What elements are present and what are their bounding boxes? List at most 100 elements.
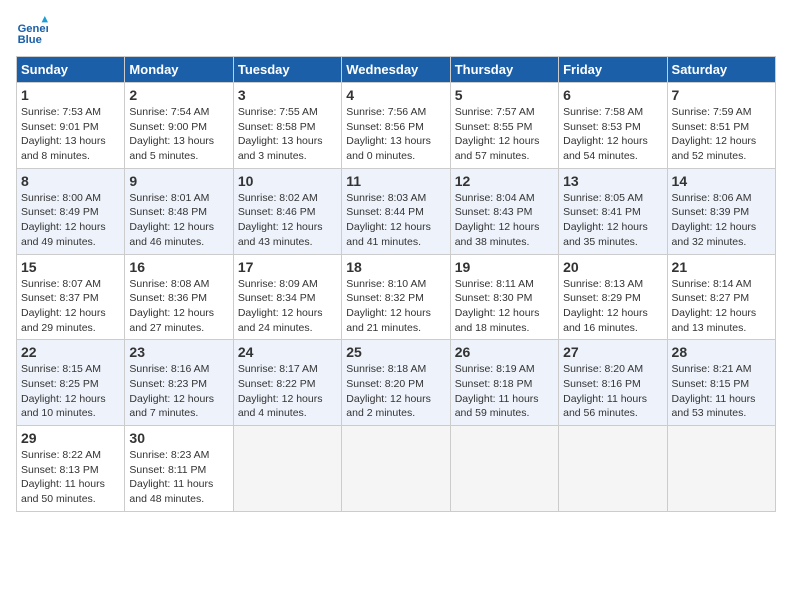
calendar-cell: 7Sunrise: 7:59 AM Sunset: 8:51 PM Daylig… — [667, 83, 775, 169]
day-info: Sunrise: 8:13 AM Sunset: 8:29 PM Dayligh… — [563, 277, 662, 336]
day-number: 11 — [346, 173, 445, 189]
logo-icon: General Blue — [16, 16, 48, 48]
day-number: 13 — [563, 173, 662, 189]
calendar-week-row: 15 Sunrise: 8:07 AM Sunset: 8:37 PM Dayli… — [17, 254, 776, 340]
day-info: Sunrise: 8:17 AM Sunset: 8:22 PM Dayligh… — [238, 362, 337, 421]
day-info: Sunrise: 8:14 AM Sunset: 8:27 PM Dayligh… — [672, 277, 771, 336]
weekday-header-sunday: Sunday — [17, 57, 125, 83]
day-number: 3 — [238, 87, 337, 103]
calendar-cell: 12 Sunrise: 8:04 AM Sunset: 8:43 PM Dayli… — [450, 168, 558, 254]
day-number: 20 — [563, 259, 662, 275]
calendar-cell: 8Sunrise: 8:00 AM Sunset: 8:49 PM Daylig… — [17, 168, 125, 254]
page-header: General Blue — [16, 16, 776, 48]
calendar-cell: 18 Sunrise: 8:10 AM Sunset: 8:32 PM Dayli… — [342, 254, 450, 340]
calendar-week-row: 8Sunrise: 8:00 AM Sunset: 8:49 PM Daylig… — [17, 168, 776, 254]
day-info: Sunrise: 7:54 AM Sunset: 9:00 PM Dayligh… — [129, 105, 228, 164]
calendar-cell: 23 Sunrise: 8:16 AM Sunset: 8:23 PM Dayli… — [125, 340, 233, 426]
calendar-cell: 21 Sunrise: 8:14 AM Sunset: 8:27 PM Dayli… — [667, 254, 775, 340]
calendar-cell: 27 Sunrise: 8:20 AM Sunset: 8:16 PM Dayli… — [559, 340, 667, 426]
day-info: Sunrise: 8:15 AM Sunset: 8:25 PM Dayligh… — [21, 362, 120, 421]
calendar-cell: 25 Sunrise: 8:18 AM Sunset: 8:20 PM Dayli… — [342, 340, 450, 426]
day-info: Sunrise: 8:20 AM Sunset: 8:16 PM Dayligh… — [563, 362, 662, 421]
day-info: Sunrise: 8:18 AM Sunset: 8:20 PM Dayligh… — [346, 362, 445, 421]
day-info: Sunrise: 8:21 AM Sunset: 8:15 PM Dayligh… — [672, 362, 771, 421]
day-number: 7 — [672, 87, 771, 103]
day-info: Sunrise: 8:09 AM Sunset: 8:34 PM Dayligh… — [238, 277, 337, 336]
day-info: Sunrise: 8:23 AM Sunset: 8:11 PM Dayligh… — [129, 448, 228, 507]
day-info: Sunrise: 8:10 AM Sunset: 8:32 PM Dayligh… — [346, 277, 445, 336]
day-info: Sunrise: 8:11 AM Sunset: 8:30 PM Dayligh… — [455, 277, 554, 336]
day-number: 17 — [238, 259, 337, 275]
calendar-cell: 13 Sunrise: 8:05 AM Sunset: 8:41 PM Dayli… — [559, 168, 667, 254]
day-number: 16 — [129, 259, 228, 275]
day-number: 27 — [563, 344, 662, 360]
day-number: 22 — [21, 344, 120, 360]
day-info: Sunrise: 8:04 AM Sunset: 8:43 PM Dayligh… — [455, 191, 554, 250]
calendar-week-row: 22 Sunrise: 8:15 AM Sunset: 8:25 PM Dayli… — [17, 340, 776, 426]
day-number: 14 — [672, 173, 771, 189]
day-info: Sunrise: 7:58 AM Sunset: 8:53 PM Dayligh… — [563, 105, 662, 164]
calendar-cell: 14 Sunrise: 8:06 AM Sunset: 8:39 PM Dayli… — [667, 168, 775, 254]
day-info: Sunrise: 7:56 AM Sunset: 8:56 PM Dayligh… — [346, 105, 445, 164]
calendar-cell: 6 Sunrise: 7:58 AM Sunset: 8:53 PM Daylig… — [559, 83, 667, 169]
day-number: 18 — [346, 259, 445, 275]
calendar-cell: 22 Sunrise: 8:15 AM Sunset: 8:25 PM Dayli… — [17, 340, 125, 426]
weekday-header-row: SundayMondayTuesdayWednesdayThursdayFrid… — [17, 57, 776, 83]
calendar-cell: 5Sunrise: 7:57 AM Sunset: 8:55 PM Daylig… — [450, 83, 558, 169]
svg-text:General: General — [18, 23, 48, 35]
day-info: Sunrise: 7:55 AM Sunset: 8:58 PM Dayligh… — [238, 105, 337, 164]
calendar-cell: 4 Sunrise: 7:56 AM Sunset: 8:56 PM Daylig… — [342, 83, 450, 169]
day-number: 21 — [672, 259, 771, 275]
calendar-week-row: 29 Sunrise: 8:22 AM Sunset: 8:13 PM Dayli… — [17, 426, 776, 512]
calendar-cell — [233, 426, 341, 512]
day-number: 5 — [455, 87, 554, 103]
calendar-week-row: 1 Sunrise: 7:53 AM Sunset: 9:01 PM Daylig… — [17, 83, 776, 169]
calendar-cell: 16 Sunrise: 8:08 AM Sunset: 8:36 PM Dayli… — [125, 254, 233, 340]
calendar-cell: 15 Sunrise: 8:07 AM Sunset: 8:37 PM Dayli… — [17, 254, 125, 340]
day-info: Sunrise: 8:16 AM Sunset: 8:23 PM Dayligh… — [129, 362, 228, 421]
weekday-header-thursday: Thursday — [450, 57, 558, 83]
weekday-header-monday: Monday — [125, 57, 233, 83]
weekday-header-saturday: Saturday — [667, 57, 775, 83]
day-number: 1 — [21, 87, 120, 103]
day-number: 6 — [563, 87, 662, 103]
day-number: 25 — [346, 344, 445, 360]
calendar-cell: 24 Sunrise: 8:17 AM Sunset: 8:22 PM Dayli… — [233, 340, 341, 426]
calendar-cell: 19 Sunrise: 8:11 AM Sunset: 8:30 PM Dayli… — [450, 254, 558, 340]
day-number: 24 — [238, 344, 337, 360]
day-info: Sunrise: 8:08 AM Sunset: 8:36 PM Dayligh… — [129, 277, 228, 336]
svg-text:Blue: Blue — [18, 34, 42, 46]
calendar-cell — [342, 426, 450, 512]
calendar-cell: 17 Sunrise: 8:09 AM Sunset: 8:34 PM Dayli… — [233, 254, 341, 340]
day-info: Sunrise: 8:22 AM Sunset: 8:13 PM Dayligh… — [21, 448, 120, 507]
calendar-cell: 30Sunrise: 8:23 AM Sunset: 8:11 PM Dayli… — [125, 426, 233, 512]
weekday-header-friday: Friday — [559, 57, 667, 83]
day-number: 8 — [21, 173, 120, 189]
calendar-cell: 9Sunrise: 8:01 AM Sunset: 8:48 PM Daylig… — [125, 168, 233, 254]
day-info: Sunrise: 7:53 AM Sunset: 9:01 PM Dayligh… — [21, 105, 120, 164]
calendar-cell: 20 Sunrise: 8:13 AM Sunset: 8:29 PM Dayli… — [559, 254, 667, 340]
day-number: 2 — [129, 87, 228, 103]
calendar-cell: 10 Sunrise: 8:02 AM Sunset: 8:46 PM Dayli… — [233, 168, 341, 254]
calendar-cell: 28Sunrise: 8:21 AM Sunset: 8:15 PM Dayli… — [667, 340, 775, 426]
day-info: Sunrise: 8:06 AM Sunset: 8:39 PM Dayligh… — [672, 191, 771, 250]
day-info: Sunrise: 8:07 AM Sunset: 8:37 PM Dayligh… — [21, 277, 120, 336]
logo: General Blue — [16, 16, 52, 48]
calendar-cell: 29 Sunrise: 8:22 AM Sunset: 8:13 PM Dayli… — [17, 426, 125, 512]
day-number: 4 — [346, 87, 445, 103]
day-number: 15 — [21, 259, 120, 275]
weekday-header-wednesday: Wednesday — [342, 57, 450, 83]
day-number: 23 — [129, 344, 228, 360]
calendar-cell: 26Sunrise: 8:19 AM Sunset: 8:18 PM Dayli… — [450, 340, 558, 426]
weekday-header-tuesday: Tuesday — [233, 57, 341, 83]
day-number: 29 — [21, 430, 120, 446]
calendar-cell — [450, 426, 558, 512]
day-number: 26 — [455, 344, 554, 360]
day-info: Sunrise: 8:02 AM Sunset: 8:46 PM Dayligh… — [238, 191, 337, 250]
day-number: 10 — [238, 173, 337, 189]
day-number: 19 — [455, 259, 554, 275]
day-number: 9 — [129, 173, 228, 189]
calendar-cell: 11Sunrise: 8:03 AM Sunset: 8:44 PM Dayli… — [342, 168, 450, 254]
day-number: 12 — [455, 173, 554, 189]
day-info: Sunrise: 8:05 AM Sunset: 8:41 PM Dayligh… — [563, 191, 662, 250]
